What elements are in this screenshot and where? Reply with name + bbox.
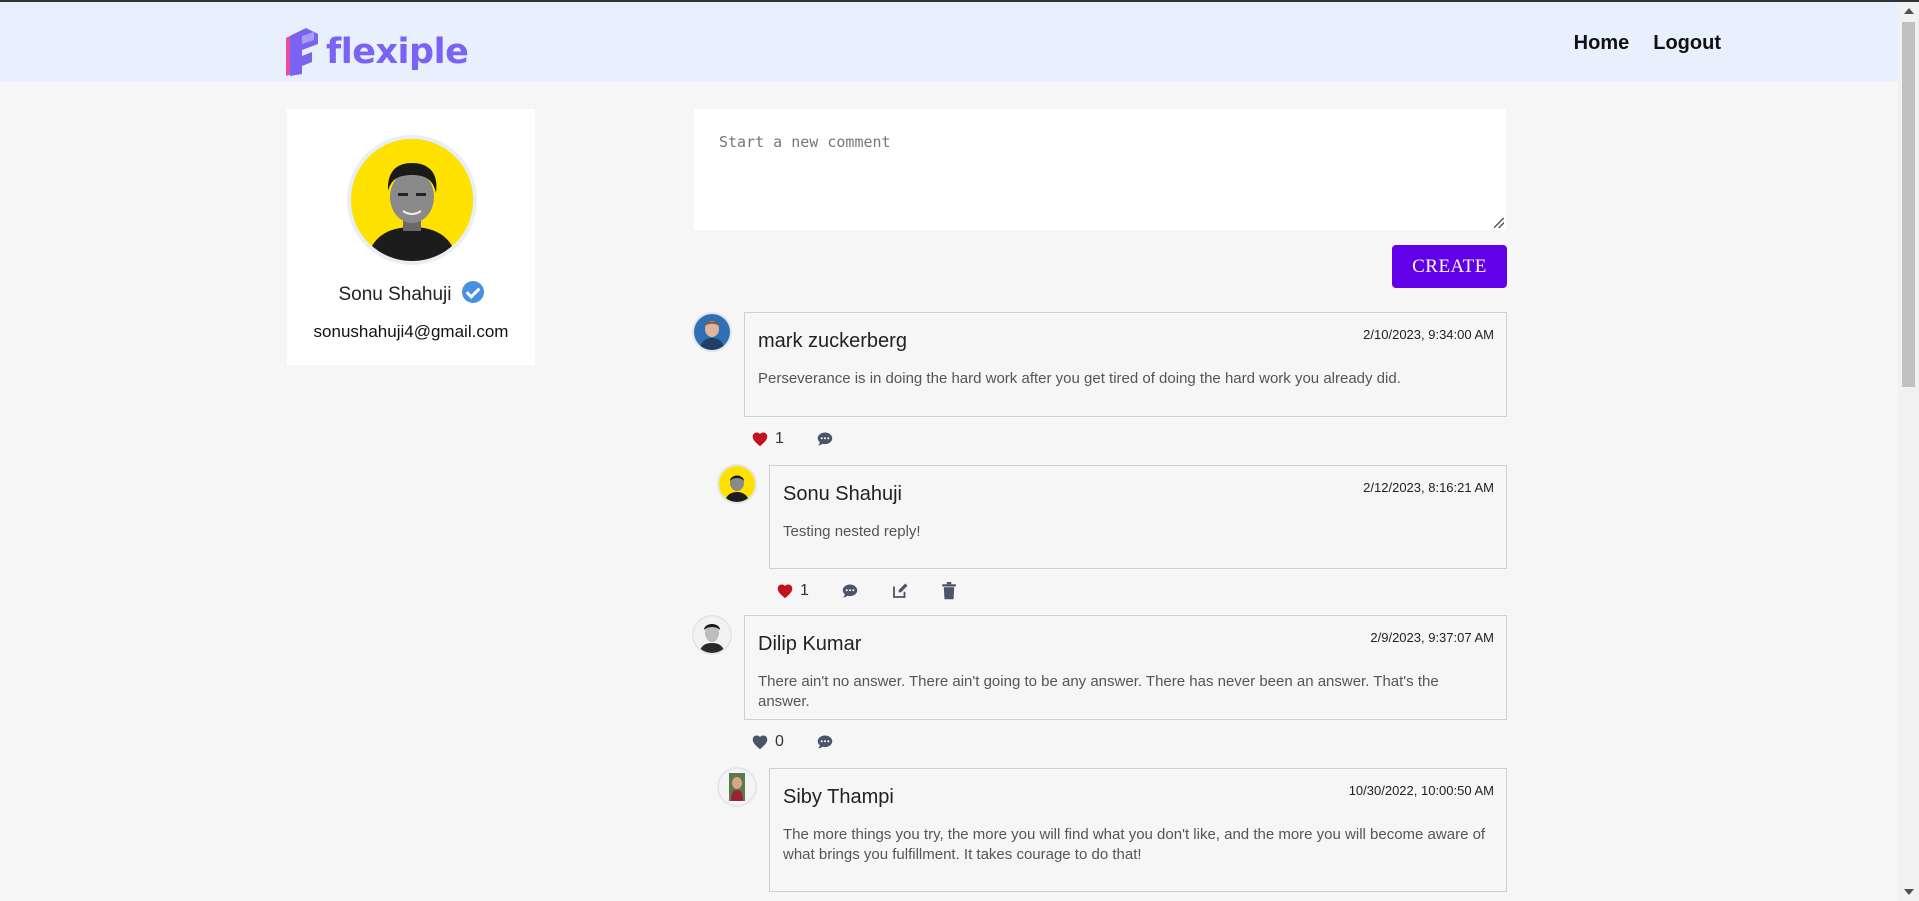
trash-icon	[942, 582, 956, 600]
heart-icon	[777, 584, 793, 599]
reply-avatar	[717, 464, 757, 504]
comment-avatar	[692, 615, 732, 655]
new-comment-input[interactable]	[694, 109, 1506, 230]
comment-bubble-icon	[817, 735, 833, 749]
profile-avatar	[347, 135, 477, 265]
profile-name: Sonu Shahuji	[338, 284, 452, 305]
like-count: 0	[775, 733, 784, 750]
textarea-resize-handle[interactable]	[1494, 218, 1504, 228]
reply-card: Sonu Shahuji 2/12/2023, 8:16:21 AM Testi…	[769, 465, 1507, 569]
reply-button[interactable]	[816, 734, 834, 750]
profile-email: sonushahuji4@gmail.com	[313, 322, 509, 341]
scroll-up-arrow-icon[interactable]	[1904, 8, 1914, 14]
like-button[interactable]: 0	[751, 733, 784, 751]
reply-button[interactable]	[841, 583, 859, 599]
comment-author: mark zuckerberg	[758, 330, 907, 352]
comment-avatar	[692, 312, 732, 352]
top-nav: Home Logout	[1574, 32, 1721, 55]
reply-author: Sonu Shahuji	[783, 483, 902, 505]
person-avatar-icon	[351, 139, 473, 261]
brand-logo[interactable]: flexiple	[284, 28, 469, 76]
vertical-scrollbar[interactable]	[1898, 2, 1919, 901]
reply-date: 2/12/2023, 8:16:21 AM	[1363, 480, 1494, 495]
heart-icon	[752, 735, 768, 750]
comment-author: Dilip Kumar	[758, 633, 862, 655]
comment-text: There ain't no answer. There ain't going…	[758, 673, 1439, 710]
nav-logout-link[interactable]: Logout	[1653, 32, 1721, 55]
person-avatar-icon	[719, 769, 755, 805]
like-count: 1	[775, 430, 784, 447]
reply-card: Siby Thampi 10/30/2022, 10:00:50 AM The …	[769, 768, 1507, 892]
like-button[interactable]: 1	[776, 582, 809, 600]
delete-button[interactable]	[941, 582, 957, 600]
person-avatar-icon	[694, 617, 730, 653]
scroll-down-arrow-icon[interactable]	[1904, 889, 1914, 895]
comment-bubble-icon	[817, 432, 833, 446]
reply-actions: 1	[776, 581, 957, 601]
reply-button[interactable]	[816, 431, 834, 447]
create-comment-button[interactable]: CREATE	[1392, 245, 1507, 288]
reply-date: 10/30/2022, 10:00:50 AM	[1348, 783, 1494, 798]
comment-date: 2/10/2023, 9:34:00 AM	[1363, 327, 1494, 342]
comment-card: Dilip Kumar 2/9/2023, 9:37:07 AM There a…	[744, 615, 1507, 720]
person-avatar-icon	[694, 314, 730, 350]
reply-text: The more things you try, the more you wi…	[783, 826, 1486, 863]
comment-card: mark zuckerberg 2/10/2023, 9:34:00 AM Pe…	[744, 312, 1507, 417]
reply-text: Testing nested reply!	[783, 523, 921, 540]
brand-name: flexiple	[326, 31, 469, 72]
edit-button[interactable]	[891, 582, 909, 600]
reply-author: Siby Thampi	[783, 786, 894, 808]
comment-bubble-icon	[842, 584, 858, 598]
heart-icon	[752, 432, 768, 447]
like-count: 1	[800, 582, 809, 599]
comment-actions: 0	[751, 732, 834, 752]
scrollbar-thumb[interactable]	[1902, 22, 1915, 387]
like-button[interactable]: 1	[751, 430, 784, 448]
reply-avatar	[717, 767, 757, 807]
comment-date: 2/9/2023, 9:37:07 AM	[1370, 630, 1494, 645]
verified-badge-icon	[461, 281, 484, 303]
comment-actions: 1	[751, 429, 834, 449]
edit-icon	[893, 583, 908, 598]
site-header: flexiple Home Logout	[0, 2, 1898, 82]
nav-home-link[interactable]: Home	[1574, 32, 1630, 55]
profile-name-row: Sonu Shahuji	[287, 281, 535, 306]
person-avatar-icon	[719, 466, 755, 502]
profile-card: Sonu Shahuji sonushahuji4@gmail.com	[287, 109, 535, 365]
flexiple-logo-icon	[286, 28, 318, 76]
comment-text: Perseverance is in doing the hard work a…	[758, 370, 1401, 387]
